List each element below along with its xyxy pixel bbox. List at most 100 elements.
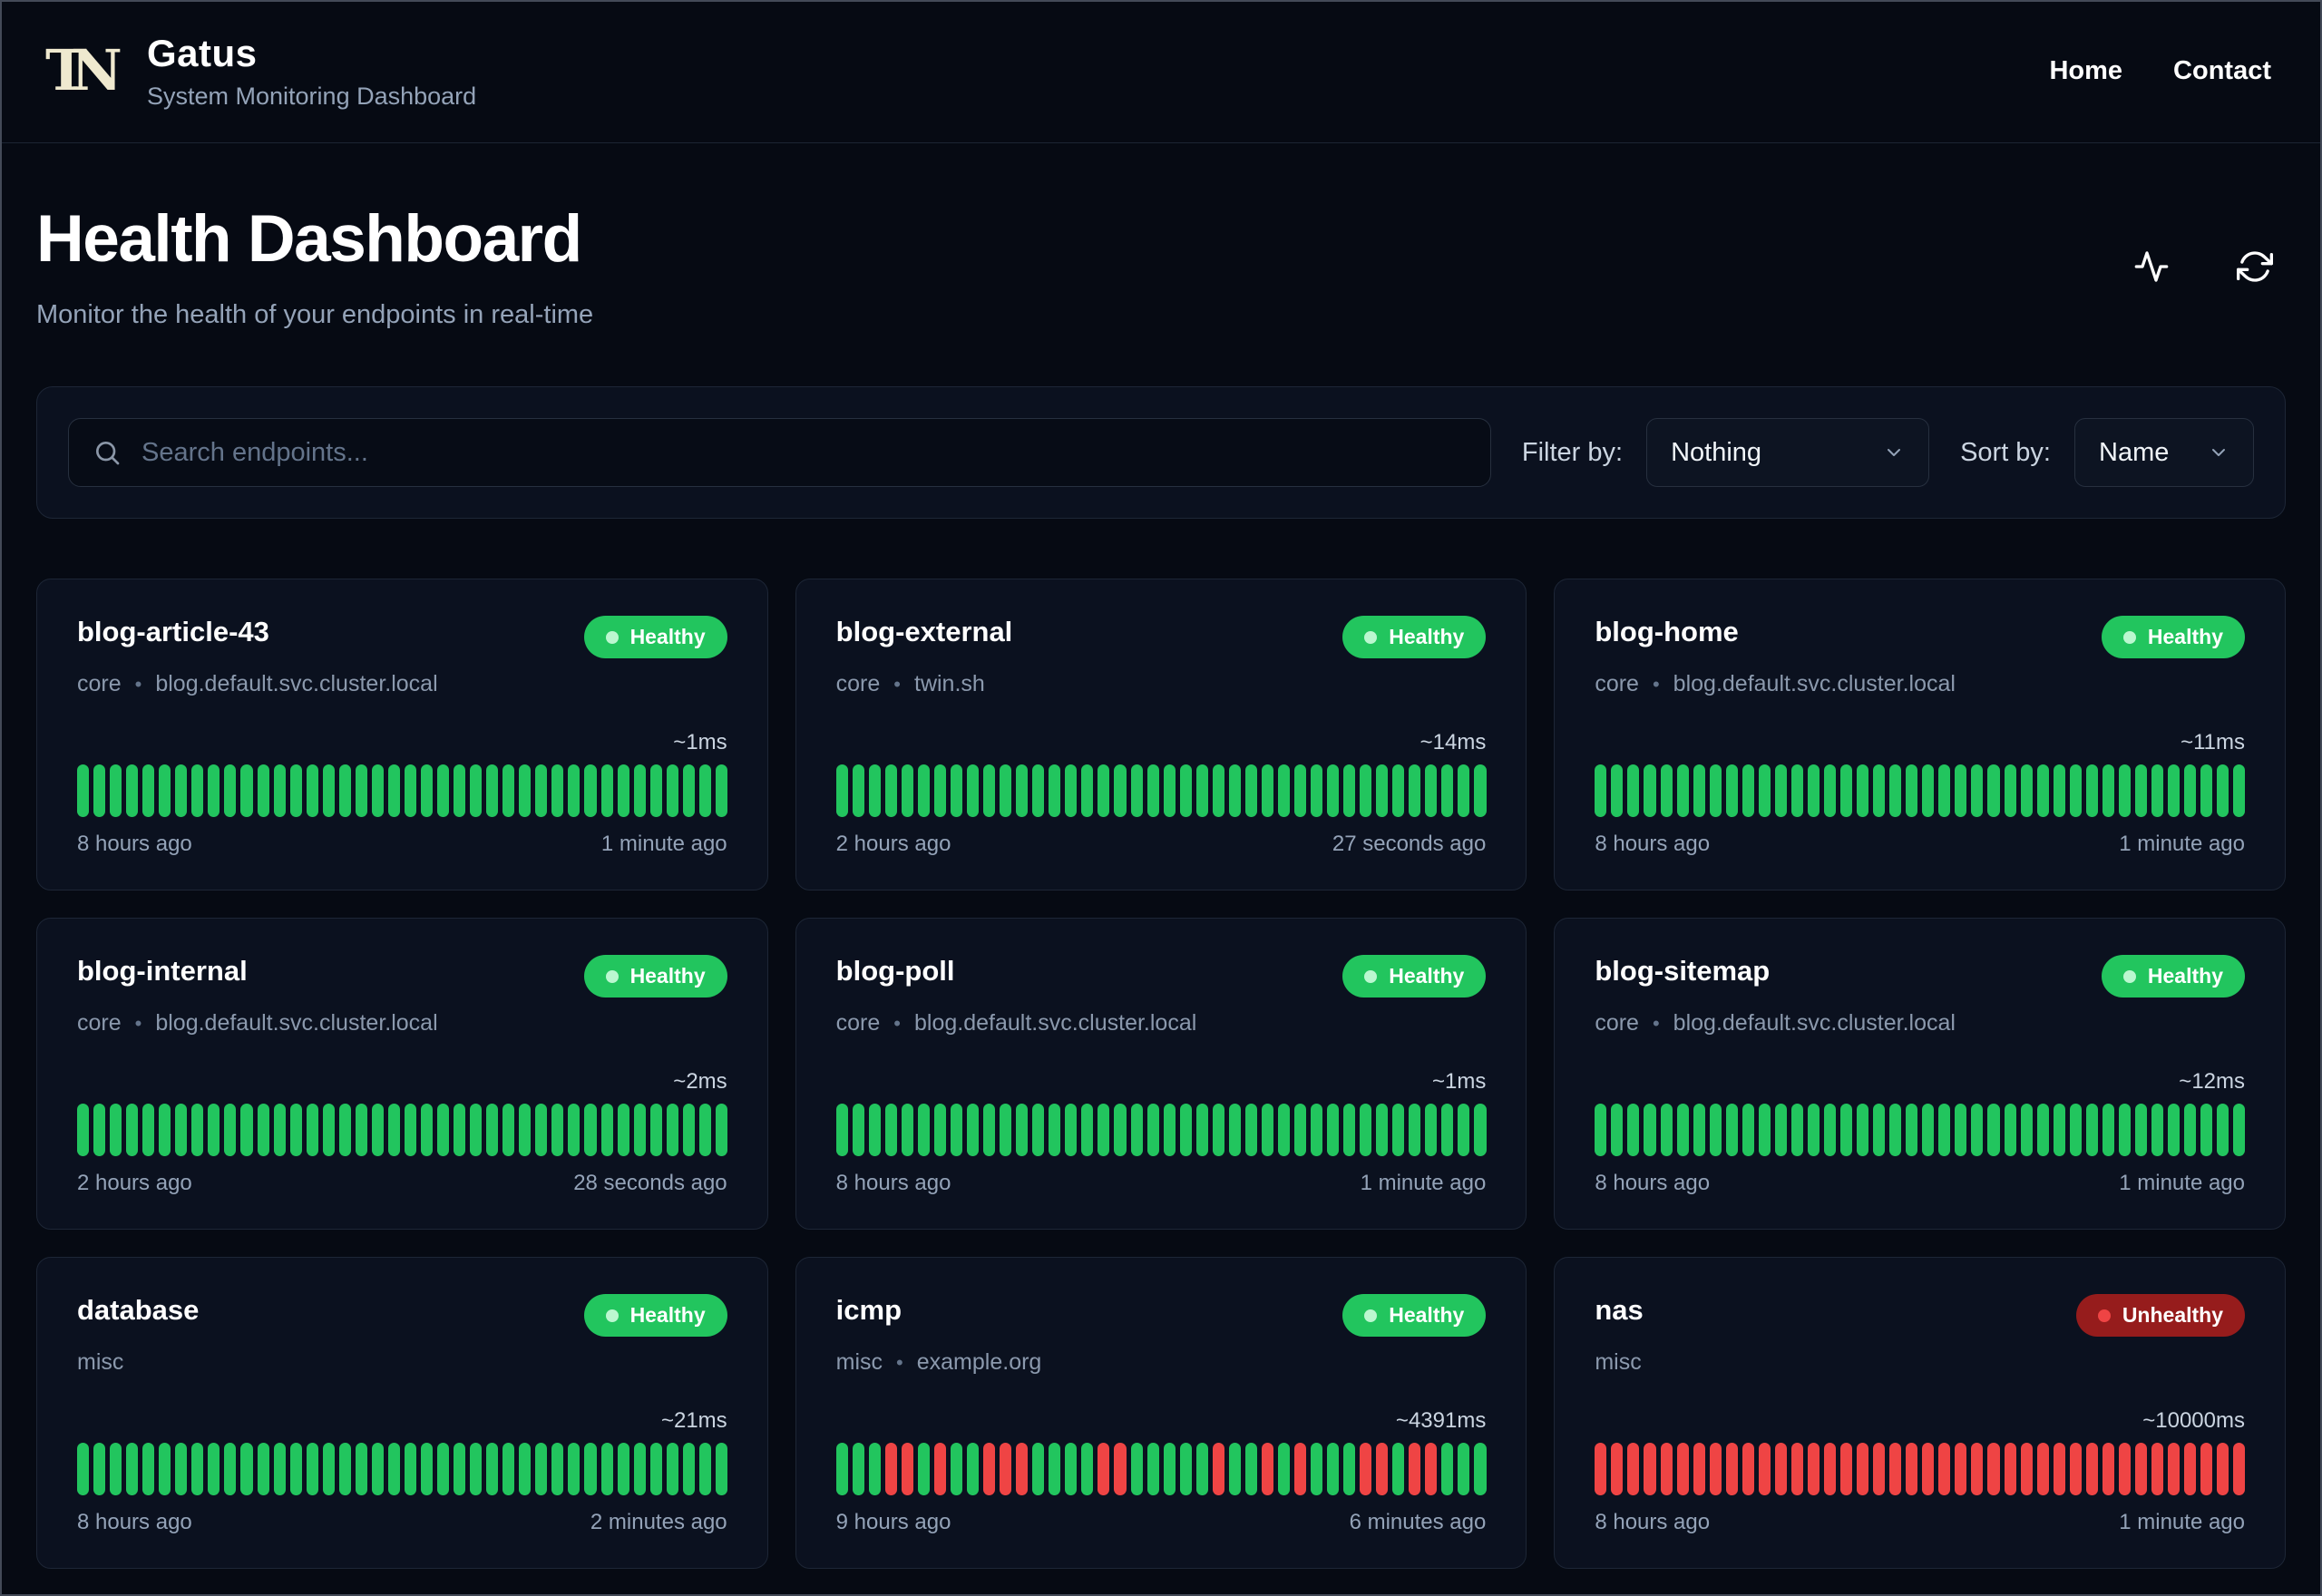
endpoint-name[interactable]: blog-external xyxy=(836,616,1013,648)
status-bar-failure xyxy=(1873,1443,1886,1495)
status-bar-success xyxy=(1392,1104,1405,1156)
activity-icon[interactable] xyxy=(2133,248,2170,285)
status-bar-success xyxy=(1081,1443,1094,1495)
uptime-history-bars xyxy=(77,1104,727,1156)
status-bar-success xyxy=(2233,1104,2246,1156)
status-bar-success xyxy=(126,1104,139,1156)
endpoint-card[interactable]: blog-poll Healthy core • blog.default.sv… xyxy=(795,918,1527,1230)
status-bar-success xyxy=(1790,1104,1803,1156)
sort-dropdown[interactable]: Name xyxy=(2074,418,2254,487)
endpoint-name[interactable]: blog-internal xyxy=(77,955,248,988)
sort-label: Sort by: xyxy=(1960,437,2051,467)
status-dot-icon xyxy=(1364,969,1378,983)
status-bar-success xyxy=(1032,1443,1045,1495)
endpoint-name[interactable]: blog-home xyxy=(1595,616,1738,648)
latency-label: ~1ms xyxy=(1431,1069,1487,1094)
status-bar-failure xyxy=(2167,1443,2181,1495)
endpoint-name[interactable]: icmp xyxy=(836,1294,902,1327)
endpoint-name[interactable]: nas xyxy=(1595,1294,1643,1327)
status-bar-success xyxy=(159,764,171,817)
status-bar-success xyxy=(126,1443,139,1495)
status-bar-failure xyxy=(2118,1443,2131,1495)
status-bar-success xyxy=(2069,764,2082,817)
status-bar-success xyxy=(1873,764,1886,817)
endpoint-card[interactable]: blog-article-43 Healthy core • blog.defa… xyxy=(36,579,768,890)
status-bar-success xyxy=(273,1104,286,1156)
status-bar-success xyxy=(1676,1104,1689,1156)
status-bar-success xyxy=(240,764,253,817)
endpoint-name[interactable]: blog-article-43 xyxy=(77,616,269,648)
status-bar-failure xyxy=(1114,1443,1127,1495)
status-bar-success xyxy=(1327,764,1340,817)
status-bar-success xyxy=(535,1443,548,1495)
card-header: blog-sitemap Healthy xyxy=(1595,955,2245,998)
status-bar-success xyxy=(470,1443,483,1495)
status-bar-success xyxy=(289,1104,302,1156)
status-bar-success xyxy=(224,1443,237,1495)
endpoint-card[interactable]: blog-internal Healthy core • blog.defaul… xyxy=(36,918,768,1230)
status-bar-success xyxy=(535,1104,548,1156)
status-bar-success xyxy=(110,764,122,817)
status-bar-success xyxy=(1857,1104,1869,1156)
status-bar-success xyxy=(2184,1104,2197,1156)
endpoint-name[interactable]: blog-poll xyxy=(836,955,955,988)
endpoint-card[interactable]: blog-external Healthy core • twin.sh ~14… xyxy=(795,579,1527,890)
status-bar-success xyxy=(110,1443,122,1495)
oldest-timestamp: 8 hours ago xyxy=(1595,1171,1711,1195)
status-bar-success xyxy=(289,1443,302,1495)
nav-link-home[interactable]: Home xyxy=(2049,56,2122,86)
status-bar-success xyxy=(486,764,499,817)
status-bar-failure xyxy=(1627,1443,1640,1495)
status-bar-failure xyxy=(2053,1443,2065,1495)
refresh-icon[interactable] xyxy=(2237,248,2273,285)
status-bar-failure xyxy=(1212,1443,1224,1495)
latency-label: ~11ms xyxy=(2181,730,2245,754)
status-bar-success xyxy=(208,1443,220,1495)
meta-separator: • xyxy=(1652,1011,1660,1035)
status-bar-success xyxy=(2053,764,2065,817)
status-bar-success xyxy=(1244,1443,1257,1495)
status-bar-success xyxy=(1032,764,1045,817)
endpoint-host: blog.default.svc.cluster.local xyxy=(1673,1010,1956,1036)
status-bar-success xyxy=(93,1443,106,1495)
latest-timestamp: 28 seconds ago xyxy=(573,1171,727,1195)
status-bar-failure xyxy=(2134,1443,2147,1495)
nav-link-contact[interactable]: Contact xyxy=(2173,56,2271,86)
latest-timestamp: 6 minutes ago xyxy=(1349,1510,1487,1534)
filter-dropdown[interactable]: Nothing xyxy=(1646,418,1930,487)
status-bar-failure xyxy=(1807,1443,1820,1495)
status-bar-success xyxy=(1611,764,1624,817)
latest-timestamp: 27 seconds ago xyxy=(1332,832,1487,856)
status-bar-success xyxy=(257,764,269,817)
svg-text:TN: TN xyxy=(45,37,121,103)
status-bar-success xyxy=(2053,1104,2065,1156)
status-bar-success xyxy=(2036,1104,2049,1156)
status-bar-success xyxy=(1163,764,1176,817)
status-bar-success xyxy=(142,1104,155,1156)
status-bar-success xyxy=(502,1443,515,1495)
endpoint-name[interactable]: blog-sitemap xyxy=(1595,955,1770,988)
status-badge: Healthy xyxy=(2101,955,2245,998)
card-header: icmp Healthy xyxy=(836,1294,1487,1337)
status-bar-failure xyxy=(1660,1443,1673,1495)
oldest-timestamp: 8 hours ago xyxy=(835,1171,951,1195)
status-bar-success xyxy=(1857,764,1869,817)
endpoint-card[interactable]: blog-sitemap Healthy core • blog.default… xyxy=(1554,918,2286,1230)
status-bar-success xyxy=(1049,1443,1061,1495)
search-input[interactable] xyxy=(140,436,1467,469)
endpoint-card[interactable]: icmp Healthy misc • example.org ~4391ms … xyxy=(795,1257,1527,1569)
status-bar-success xyxy=(1906,1104,1918,1156)
status-bar-success xyxy=(649,1443,662,1495)
status-badge: Healthy xyxy=(2101,616,2245,658)
endpoint-name[interactable]: database xyxy=(77,1294,199,1327)
status-bar-failure xyxy=(2102,1443,2114,1495)
endpoint-card[interactable]: nas Unhealthy misc ~10000ms 8 hours ago … xyxy=(1554,1257,2286,1569)
status-bar-success xyxy=(1195,1443,1208,1495)
status-bar-success xyxy=(2151,764,2163,817)
status-bar-success xyxy=(584,1443,597,1495)
status-bar-success xyxy=(1032,1104,1045,1156)
endpoint-card[interactable]: database Healthy misc ~21ms 8 hours ago … xyxy=(36,1257,768,1569)
endpoint-card[interactable]: blog-home Healthy core • blog.default.sv… xyxy=(1554,579,2286,890)
status-bar-success xyxy=(1261,764,1273,817)
status-label: Healthy xyxy=(2147,625,2223,648)
